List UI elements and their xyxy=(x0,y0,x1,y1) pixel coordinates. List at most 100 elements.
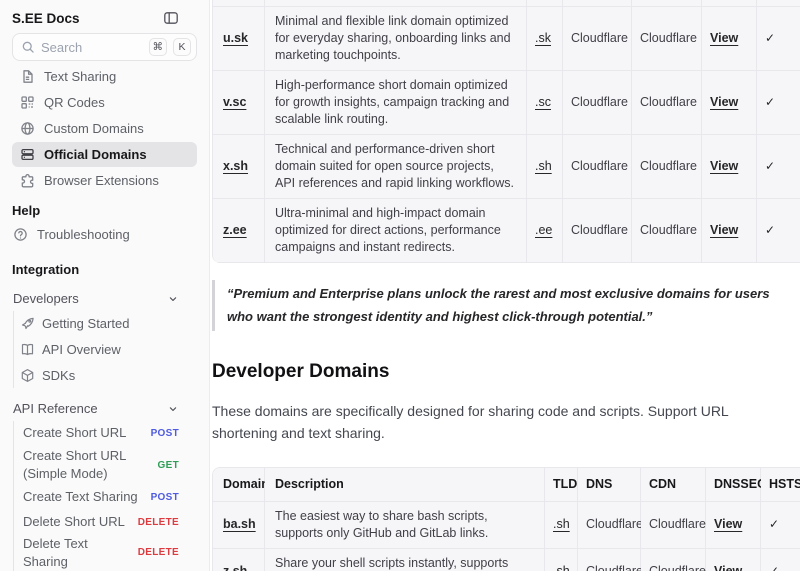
group-label-text: API Reference xyxy=(13,401,98,416)
domain-description: Share your shell scripts instantly, supp… xyxy=(265,549,545,571)
column-header-dnssec: DNSSEC xyxy=(706,468,761,502)
sidebar-item-delete-text-sharing[interactable]: Delete Text Sharing DELETE xyxy=(14,535,197,570)
domain-link[interactable]: ba.sh xyxy=(223,516,256,533)
column-header-hsts: HSTS xyxy=(761,468,800,502)
api-reference-sublist: Create Short URL POST Create Short URL (… xyxy=(13,421,197,571)
sidebar-item-label: Create Short URL (Simple Mode) xyxy=(23,447,150,482)
sidebar-item-label: Getting Started xyxy=(42,316,129,331)
column-header-domain: Domain xyxy=(213,468,265,502)
dns-value: Cloudflare xyxy=(563,135,632,199)
sidebar-item-getting-started[interactable]: Getting Started xyxy=(14,311,197,336)
sidebar-item-qr-codes[interactable]: QR Codes xyxy=(12,90,197,115)
hsts-check-icon: ✓ xyxy=(765,94,775,111)
domain-link[interactable]: z.sh xyxy=(223,563,247,571)
dnssec-view-link[interactable]: View xyxy=(714,563,742,571)
method-badge: GET xyxy=(158,460,179,471)
sidebar-item-api-overview[interactable]: API Overview xyxy=(14,337,197,362)
sidebar: S.EE Docs ⌘ K xyxy=(0,0,210,571)
dnssec-view-link[interactable]: View xyxy=(710,94,738,111)
cdn-value: Cloudflare xyxy=(632,135,702,199)
column-header-tld: TLD xyxy=(545,468,578,502)
tld-link[interactable]: .sh xyxy=(553,563,570,571)
sidebar-item-browser-extensions[interactable]: Browser Extensions xyxy=(12,168,197,193)
sidebar-group-developers[interactable]: Developers xyxy=(12,286,197,311)
hsts-check-icon: ✓ xyxy=(765,222,775,239)
sidebar-item-troubleshooting[interactable]: Troubleshooting xyxy=(12,222,197,247)
sidebar-item-delete-short-url[interactable]: Delete Short URL DELETE xyxy=(14,510,197,534)
table-row: v.sc High-performance short domain optim… xyxy=(213,71,800,135)
rocket-icon xyxy=(20,316,35,331)
hsts-check-icon: ✓ xyxy=(769,563,779,571)
search-input[interactable]: ⌘ K xyxy=(12,33,197,61)
hsts-check-icon: ✓ xyxy=(765,30,775,47)
kbd-cmd: ⌘ xyxy=(149,38,168,56)
sidebar-item-custom-domains[interactable]: Custom Domains xyxy=(12,116,197,141)
sidebar-item-label: Text Sharing xyxy=(44,69,116,84)
search-icon xyxy=(21,40,35,54)
book-icon xyxy=(20,342,35,357)
method-badge: POST xyxy=(151,428,179,439)
dnssec-view-link[interactable]: View xyxy=(710,158,738,175)
domain-link[interactable]: z.ee xyxy=(223,222,247,239)
sidebar-item-label: Custom Domains xyxy=(44,121,144,136)
method-badge: POST xyxy=(151,492,179,503)
globe-icon xyxy=(20,121,35,136)
domain-link[interactable]: x.sh xyxy=(223,158,248,175)
developers-sublist: Getting Started API Overview SDKs xyxy=(13,311,197,388)
page-section-heading: Developer Domains xyxy=(212,361,800,383)
dns-value: Cloudflare xyxy=(563,7,632,71)
official-domains-table: u.sk Minimal and flexible link domain op… xyxy=(212,0,800,263)
sidebar-item-create-text-sharing[interactable]: Create Text Sharing POST xyxy=(14,485,197,509)
puzzle-icon xyxy=(20,173,35,188)
dns-value: Cloudflare xyxy=(563,199,632,263)
tld-link[interactable]: .sk xyxy=(535,30,551,47)
cdn-value: Cloudflare xyxy=(632,71,702,135)
hsts-check-icon: ✓ xyxy=(769,516,779,533)
tld-link[interactable]: .sc xyxy=(535,94,551,111)
dnssec-view-link[interactable]: View xyxy=(710,30,738,47)
search-field[interactable] xyxy=(41,40,143,55)
dns-value: Cloudflare xyxy=(563,71,632,135)
sidebar-toggle-icon[interactable] xyxy=(163,10,179,26)
dnssec-view-link[interactable]: View xyxy=(710,222,738,239)
sidebar-item-create-short-url[interactable]: Create Short URL POST xyxy=(14,421,197,445)
domain-description: The easiest way to share bash scripts, s… xyxy=(265,502,545,549)
sidebar-item-label: Create Short URL xyxy=(23,424,143,442)
document-icon xyxy=(20,69,35,84)
method-badge: DELETE xyxy=(138,547,179,558)
sidebar-heading-help: Help xyxy=(12,203,197,219)
chevron-down-icon xyxy=(167,293,179,305)
sidebar-header: S.EE Docs xyxy=(12,8,197,28)
table-row: ba.sh The easiest way to share bash scri… xyxy=(213,502,800,549)
sidebar-item-text-sharing[interactable]: Text Sharing xyxy=(12,64,197,89)
tld-link[interactable]: .sh xyxy=(553,516,570,533)
sidebar-item-label: Browser Extensions xyxy=(44,173,159,188)
sidebar-item-sdks[interactable]: SDKs xyxy=(14,363,197,388)
sidebar-item-official-domains[interactable]: Official Domains xyxy=(12,142,197,167)
domain-link[interactable]: u.sk xyxy=(223,30,248,47)
cdn-value: Cloudflare xyxy=(641,502,706,549)
tld-link[interactable]: .sh xyxy=(535,158,552,175)
sidebar-item-create-short-url-simple[interactable]: Create Short URL (Simple Mode) GET xyxy=(14,446,197,484)
table-row: z.ee Ultra-minimal and high-impact domai… xyxy=(213,199,800,263)
domain-link[interactable]: v.sc xyxy=(223,94,246,111)
section-intro: These domains are specifically designed … xyxy=(212,400,787,445)
sidebar-item-label: Troubleshooting xyxy=(37,227,130,242)
cdn-value: Cloudflare xyxy=(632,7,702,71)
server-stack-icon xyxy=(20,147,35,162)
sidebar-group-api-reference[interactable]: API Reference xyxy=(12,396,197,421)
column-header-dns: DNS xyxy=(578,468,641,502)
main-content: u.sk Minimal and flexible link domain op… xyxy=(210,0,800,571)
domain-description: Ultra-minimal and high-impact domain opt… xyxy=(265,199,527,263)
sidebar-heading-integration: Integration xyxy=(12,262,197,278)
sidebar-item-label: Create Text Sharing xyxy=(23,488,143,506)
method-badge: DELETE xyxy=(138,517,179,528)
tld-link[interactable]: .ee xyxy=(535,222,552,239)
help-circle-icon xyxy=(13,227,28,242)
dns-value: Cloudflare xyxy=(578,549,641,571)
qr-code-icon xyxy=(20,95,35,110)
package-icon xyxy=(20,368,35,383)
sidebar-nav: Text Sharing QR Codes Custom Domains xyxy=(12,64,197,193)
sidebar-item-label: Delete Short URL xyxy=(23,513,130,531)
dnssec-view-link[interactable]: View xyxy=(714,516,742,533)
